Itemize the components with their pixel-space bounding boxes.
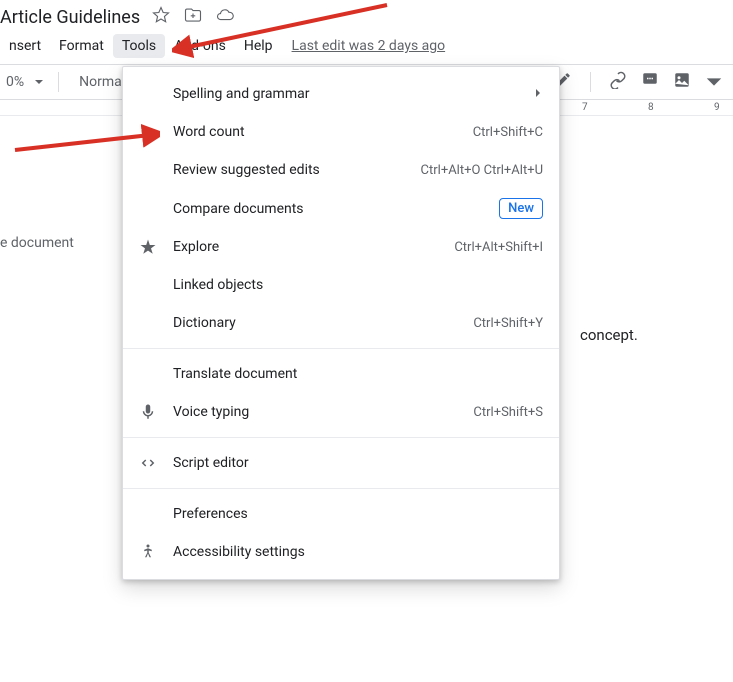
menu-explore[interactable]: Explore Ctrl+Alt+Shift+I: [123, 228, 559, 266]
shortcut: Ctrl+Shift+C: [473, 125, 543, 140]
label: Translate document: [173, 366, 543, 382]
label: Spelling and grammar: [173, 86, 533, 102]
menu-tools[interactable]: Tools: [113, 34, 165, 58]
menu-voice-typing[interactable]: Voice typing Ctrl+Shift+S: [123, 393, 559, 431]
menu-dictionary[interactable]: Dictionary Ctrl+Shift+Y: [123, 304, 559, 342]
star-icon[interactable]: [152, 6, 170, 28]
shortcut: Ctrl+Alt+O Ctrl+Alt+U: [421, 163, 543, 178]
menu-accessibility[interactable]: Accessibility settings: [123, 533, 559, 571]
chevron-down-icon: [34, 77, 44, 87]
separator: [58, 72, 59, 92]
title-icons: [152, 6, 234, 28]
code-icon: [137, 454, 159, 472]
ruler-tick: 8: [648, 102, 654, 113]
new-badge: New: [499, 198, 543, 219]
menu-review-suggested[interactable]: Review suggested edits Ctrl+Alt+O Ctrl+A…: [123, 151, 559, 189]
separator: [123, 437, 559, 438]
submenu-arrow-icon: [533, 86, 543, 102]
menu-compare-documents[interactable]: Compare documents New: [123, 189, 559, 228]
separator: [123, 488, 559, 489]
document-title[interactable]: Article Guidelines: [0, 7, 140, 28]
ruler-tick: 7: [582, 102, 588, 113]
menu-linked-objects[interactable]: Linked objects: [123, 266, 559, 304]
cloud-icon[interactable]: [216, 6, 234, 28]
menu-preferences[interactable]: Preferences: [123, 495, 559, 533]
microphone-icon: [137, 403, 159, 421]
image-icon[interactable]: [673, 71, 691, 93]
label: Explore: [173, 239, 454, 255]
label: Accessibility settings: [173, 544, 543, 560]
menu-help[interactable]: Help: [235, 34, 282, 58]
menu-spelling-grammar[interactable]: Spelling and grammar: [123, 75, 559, 113]
tools-dropdown: Spelling and grammar Word count Ctrl+Shi…: [122, 66, 560, 580]
label: Preferences: [173, 506, 543, 522]
label: Compare documents: [173, 201, 499, 217]
ruler-tick: 9: [714, 102, 720, 113]
menubar: nsert Format Tools Add-ons Help Last edi…: [0, 30, 733, 64]
last-edit-link[interactable]: Last edit was 2 days ago: [292, 38, 446, 54]
separator: [590, 72, 591, 92]
body-text: concept.: [580, 326, 638, 344]
explore-icon: [137, 238, 159, 256]
titlebar: Article Guidelines: [0, 0, 733, 30]
label: Linked objects: [173, 277, 543, 293]
label: Review suggested edits: [173, 162, 421, 178]
link-icon[interactable]: [609, 71, 627, 93]
menu-word-count[interactable]: Word count Ctrl+Shift+C: [123, 113, 559, 151]
menu-addons[interactable]: Add-ons: [165, 34, 235, 58]
toolbar-right: [554, 71, 733, 93]
menu-insert[interactable]: nsert: [0, 34, 50, 58]
separator: [123, 348, 559, 349]
menu-format[interactable]: Format: [50, 34, 113, 58]
outline-empty-text: e document: [0, 235, 74, 251]
zoom-dropdown[interactable]: 0%: [0, 74, 44, 90]
chevron-down-icon: [705, 73, 723, 91]
menu-translate[interactable]: Translate document: [123, 355, 559, 393]
shortcut: Ctrl+Alt+Shift+I: [454, 240, 543, 255]
shortcut: Ctrl+Shift+Y: [473, 316, 543, 331]
label: Script editor: [173, 455, 543, 471]
label: Voice typing: [173, 404, 473, 420]
comment-icon[interactable]: [641, 71, 659, 93]
label: Dictionary: [173, 315, 473, 331]
zoom-value: 0%: [0, 74, 30, 90]
shortcut: Ctrl+Shift+S: [473, 405, 543, 420]
menu-script-editor[interactable]: Script editor: [123, 444, 559, 482]
move-icon[interactable]: [184, 6, 202, 28]
accessibility-icon: [137, 543, 159, 561]
label: Word count: [173, 124, 473, 140]
